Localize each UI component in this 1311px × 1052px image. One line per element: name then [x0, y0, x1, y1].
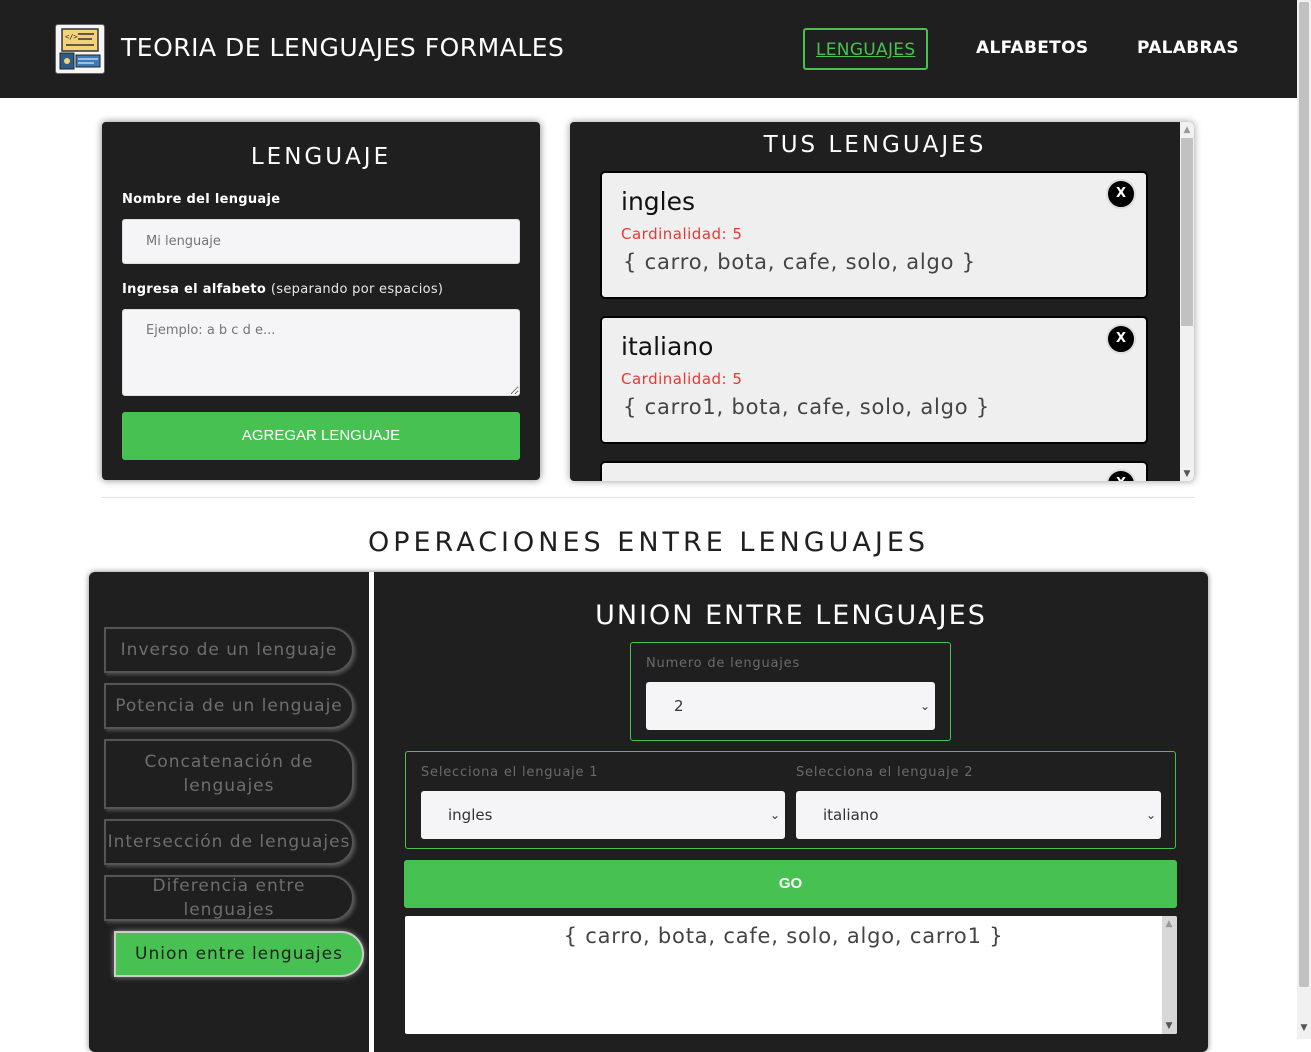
language-count-value: 2 [674, 697, 684, 715]
op-concatenacion-button[interactable]: Concatenación de lenguajes [104, 739, 354, 809]
languages-title: TUS LENGUAJES [763, 132, 987, 158]
chevron-down-icon: ⌄ [1145, 808, 1156, 822]
scroll-up-icon[interactable]: ▲ [1180, 123, 1194, 137]
close-icon[interactable]: X [1106, 179, 1136, 209]
language-count-label: Numero de lenguajes [646, 656, 801, 671]
select1-label: Selecciona el lenguaje 1 [421, 765, 599, 780]
op-inverso-button[interactable]: Inverso de un lenguaje [104, 627, 354, 673]
scroll-down-icon[interactable]: ▼ [1180, 467, 1194, 481]
alphabet-label: Ingresa el alfabeto (separando por espac… [122, 282, 443, 297]
languages-scrollbar-thumb[interactable] [1181, 138, 1193, 326]
language-cardinality: Cardinalidad: 5 [621, 370, 743, 388]
language-words: { carro, bota, cafe, solo, algo } [623, 250, 976, 274]
language-name-label: Nombre del lenguaje [122, 192, 281, 207]
language-form-panel: LENGUAJE Nombre del lenguaje Ingresa el … [102, 122, 540, 480]
operation-title: UNION ENTRE LENGUAJES [595, 600, 987, 631]
result-text: { carro, bota, cafe, solo, algo, carro1 … [563, 924, 1004, 948]
section-divider [102, 497, 1194, 498]
alphabet-label-text: Ingresa el alfabeto [122, 282, 267, 297]
nav-alfabetos[interactable]: ALFABETOS [976, 28, 1088, 70]
operations-title: OPERACIONES ENTRE LENGUAJES [367, 527, 930, 558]
go-button[interactable]: GO [404, 860, 1177, 908]
operations-panel: Inverso de un lenguaje Potencia de un le… [89, 572, 1208, 1052]
op-potencia-button[interactable]: Potencia de un lenguaje [104, 683, 354, 729]
language-card: ingles Cardinalidad: 5 { carro, bota, ca… [600, 171, 1148, 299]
scroll-up-icon[interactable]: ▲ [1162, 917, 1176, 931]
language1-select[interactable]: ingles ⌄ [421, 791, 785, 839]
language-card: italiano Cardinalidad: 5 { carro1, bota,… [600, 316, 1148, 444]
language1-value: ingles [448, 806, 493, 824]
language-select-group: Selecciona el lenguaje 1 ingles ⌄ Selecc… [405, 751, 1176, 849]
op-interseccion-button[interactable]: Intersección de lenguajes [104, 819, 354, 865]
language2-value: italiano [823, 806, 879, 824]
result-scrollbar[interactable]: ▲ ▼ [1162, 916, 1177, 1034]
language2-select[interactable]: italiano ⌄ [796, 791, 1161, 839]
language-card-partial: X [600, 461, 1148, 481]
app-logo-icon[interactable]: </> [55, 24, 105, 74]
top-navbar: </> TEORIA DE LENGUAJES FORMALES LENGUAJ… [0, 0, 1297, 98]
scroll-down-icon[interactable]: ▼ [1297, 1021, 1311, 1035]
nav-lenguajes[interactable]: LENGUAJES [803, 28, 929, 70]
add-language-button[interactable]: AGREGAR LENGUAJE [122, 412, 520, 460]
language-count-select[interactable]: 2 ⌄ [646, 682, 935, 730]
language-cardinality: Cardinalidad: 5 [621, 225, 743, 243]
language-count-group: Numero de lenguajes 2 ⌄ [630, 642, 951, 741]
scroll-down-icon[interactable]: ▼ [1162, 1019, 1176, 1033]
result-box[interactable]: { carro, bota, cafe, solo, algo, carro1 … [405, 916, 1177, 1034]
language-name: italiano [621, 332, 714, 361]
nav-palabras[interactable]: PALABRAS [1137, 28, 1239, 70]
app-title: TEORIA DE LENGUAJES FORMALES [121, 33, 565, 62]
alphabet-hint: (separando por espacios) [270, 282, 444, 297]
op-diferencia-button[interactable]: Diferencia entre lenguajes [104, 875, 354, 921]
op-union-button[interactable]: Union entre lenguajes [114, 931, 364, 977]
language-name-input[interactable] [122, 219, 520, 264]
languages-list-panel: TUS LENGUAJES ingles Cardinalidad: 5 { c… [570, 122, 1194, 481]
svg-text:</>: </> [65, 33, 78, 41]
select2-label: Selecciona el lenguaje 2 [796, 765, 974, 780]
chevron-down-icon: ⌄ [919, 699, 930, 713]
form-title: LENGUAJE [250, 144, 392, 170]
chevron-down-icon: ⌄ [769, 808, 780, 822]
languages-scrollbar[interactable]: ▲ ▼ [1180, 122, 1194, 481]
language-name: ingles [621, 187, 696, 216]
close-icon[interactable]: X [1106, 324, 1136, 354]
language-words: { carro1, bota, cafe, solo, algo } [623, 395, 991, 419]
window-scrollbar-thumb[interactable] [1299, 2, 1309, 987]
ops-divider [369, 572, 374, 1052]
alphabet-textarea[interactable] [122, 309, 520, 396]
window-scrollbar[interactable]: ▼ [1297, 0, 1311, 1039]
close-icon[interactable]: X [1106, 469, 1136, 481]
